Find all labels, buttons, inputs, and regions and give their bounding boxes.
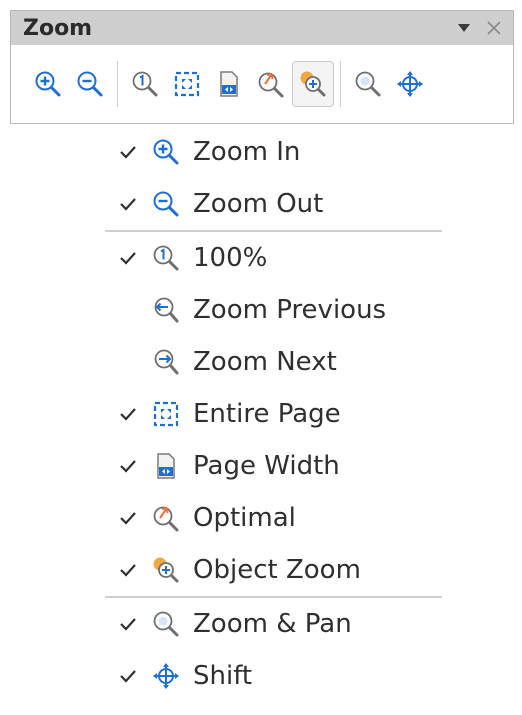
menu-item-label: Entire Page [193,399,341,429]
menu-item-zoom-in[interactable]: Zoom In [105,126,442,178]
zoom-in-icon [149,135,183,169]
zoom-previous-icon [149,293,183,327]
checkmark-icon [115,407,141,421]
toolbar-titlebar[interactable]: Zoom [11,11,513,45]
menu-item-optimal[interactable]: Optimal [105,492,442,544]
menu-item-label: Zoom Previous [193,295,387,325]
zoom-pan-icon [355,71,381,97]
zoom-toolbar: Zoom [10,10,514,124]
zoom-100-button[interactable] [124,61,166,107]
object-zoom-icon [149,553,183,587]
toolbar-buttons [11,45,513,123]
visible-buttons-menu: Zoom In Zoom Out 100% Zoom Previous Zoom… [105,126,442,715]
zoom-100-icon [149,241,183,275]
entire-page-button[interactable] [166,61,208,107]
toolbar-separator [117,61,118,107]
shift-button[interactable] [389,61,431,107]
zoom-toolbar-customization: Zoom Zoom In Zoom Out 100% Zoom Previous… [0,0,522,715]
zoom-100-icon [132,71,158,97]
menu-item-zoom-next[interactable]: Zoom Next [105,336,442,388]
menu-item-zoom-100[interactable]: 100% [105,232,442,284]
checkmark-icon [115,145,141,159]
optimal-button[interactable] [250,61,292,107]
menu-item-entire-page[interactable]: Entire Page [105,388,442,440]
menu-item-page-width[interactable]: Page Width [105,440,442,492]
toolbar-separator [340,61,341,107]
menu-item-label: Zoom & Pan [193,609,352,639]
entire-page-icon [174,71,200,97]
zoom-pan-button[interactable] [347,61,389,107]
zoom-in-icon [35,71,61,97]
menu-item-label: Zoom Out [193,189,324,219]
menu-item-label: Optimal [193,503,296,533]
zoom-next-icon [149,345,183,379]
checkmark-icon [115,459,141,473]
menu-item-label: Shift [193,661,253,691]
checkmark-icon [115,563,141,577]
menu-item-zoom-previous[interactable]: Zoom Previous [105,284,442,336]
zoom-out-button[interactable] [69,61,111,107]
object-zoom-icon [300,71,326,97]
toolbar-controls [453,17,505,39]
zoom-out-icon [77,71,103,97]
menu-item-label: 100% [193,243,268,273]
menu-item-label: Object Zoom [193,555,361,585]
checkmark-icon [115,669,141,683]
checkmark-icon [115,197,141,211]
page-width-icon [220,71,238,97]
zoom-in-button[interactable] [27,61,69,107]
checkmark-icon [115,617,141,631]
menu-item-label: Zoom Next [193,347,337,377]
optimal-icon [258,72,284,98]
menu-item-label: Page Width [193,451,340,481]
close-icon[interactable] [483,17,505,39]
zoom-pan-icon [149,607,183,641]
dropdown-arrow-icon[interactable] [453,17,475,39]
toolbar-title: Zoom [23,15,93,41]
entire-page-icon [149,397,183,431]
menu-item-zoom-pan[interactable]: Zoom & Pan [105,598,442,650]
shift-icon [397,71,423,97]
menu-item-object-zoom[interactable]: Object Zoom [105,544,442,596]
zoom-out-icon [149,187,183,221]
page-width-icon [149,449,183,483]
optimal-icon [149,501,183,535]
checkmark-icon [115,251,141,265]
page-width-button[interactable] [208,61,250,107]
menu-item-shift[interactable]: Shift [105,650,442,702]
object-zoom-button[interactable] [292,61,334,107]
menu-item-label: Zoom In [193,137,301,167]
menu-item-zoom-out[interactable]: Zoom Out [105,178,442,230]
checkmark-icon [115,511,141,525]
shift-icon [149,659,183,693]
